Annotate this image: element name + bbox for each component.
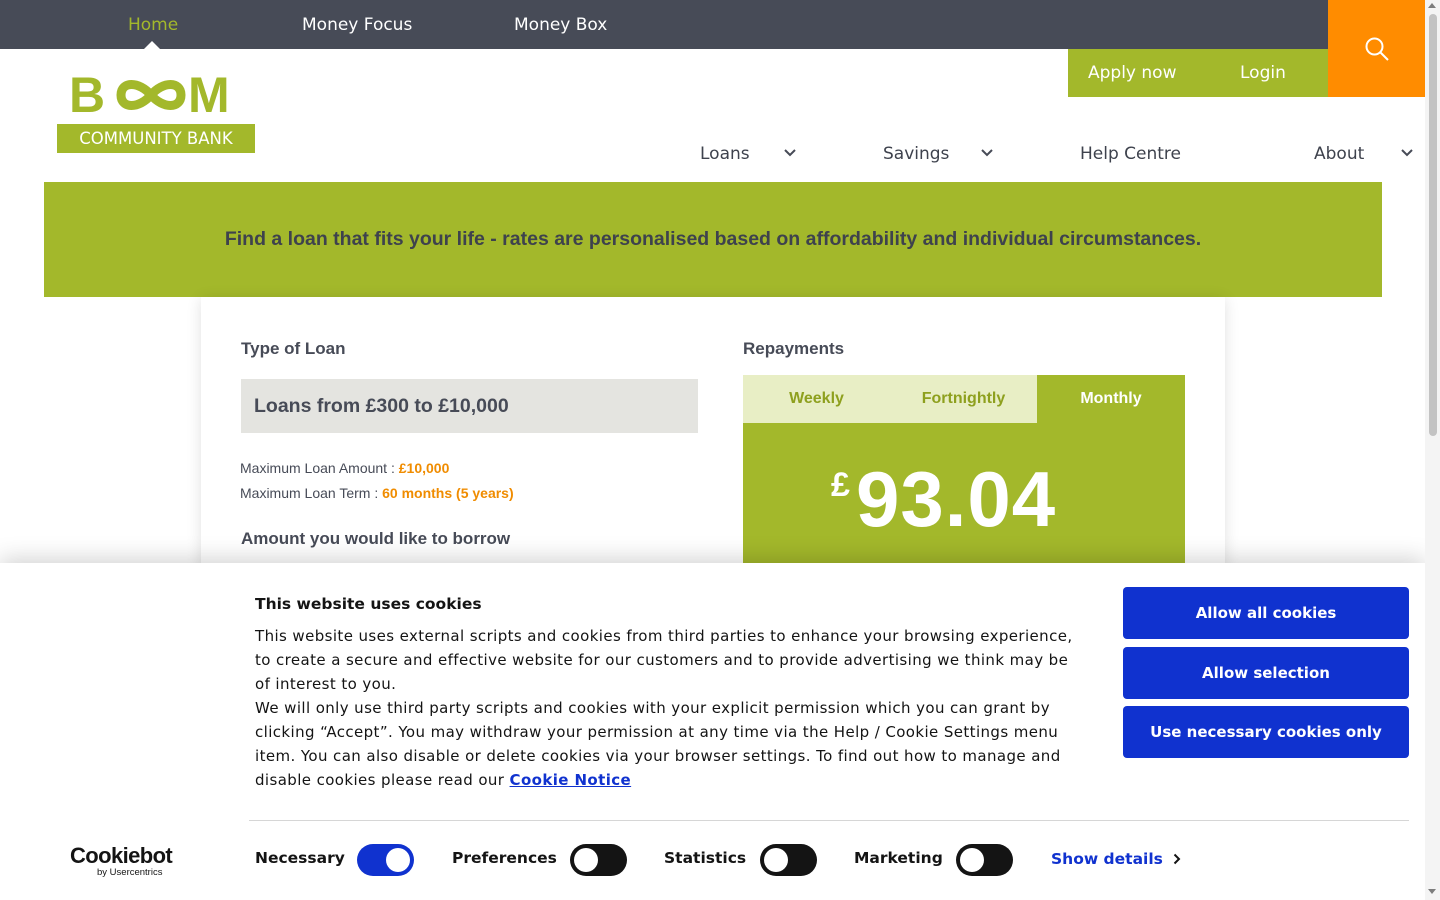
- type-of-loan-label: Type of Loan: [241, 339, 346, 358]
- scroll-down-arrow-icon[interactable]: [1428, 889, 1436, 894]
- max-amount-value: £10,000: [398, 460, 450, 476]
- necessary-cookies-only-button[interactable]: Use necessary cookies only: [1123, 706, 1409, 758]
- nav-about-label: About: [1314, 144, 1365, 164]
- borrow-amount-label: Amount you would like to borrow: [241, 529, 511, 548]
- cookie-paragraph-2: We will only use third party scripts and…: [255, 696, 1085, 792]
- max-term-value: 60 months (5 years): [382, 485, 514, 501]
- statistics-label: Statistics: [664, 849, 747, 867]
- statistics-toggle[interactable]: [760, 844, 817, 876]
- cookie-divider: [249, 820, 1409, 821]
- tab-fortnightly[interactable]: Fortnightly: [890, 375, 1037, 423]
- login-button[interactable]: Login: [1240, 49, 1286, 97]
- toggle-knob: [386, 848, 410, 872]
- cookie-notice-link[interactable]: Cookie Notice: [510, 771, 632, 789]
- toggle-knob: [764, 848, 788, 872]
- cookie-paragraph-2-text: We will only use third party scripts and…: [255, 699, 1061, 789]
- repayments-label: Repayments: [743, 339, 845, 358]
- topnav-money-focus[interactable]: Money Focus: [302, 0, 412, 49]
- banner-text: Find a loan that fits your life - rates …: [224, 228, 1202, 250]
- cookiebot-logo: Cookiebot by Usercentrics: [70, 845, 174, 879]
- nav-loans-label: Loans: [700, 144, 750, 164]
- svg-text:M: M: [188, 72, 230, 118]
- tab-monthly[interactable]: Monthly: [1037, 375, 1185, 423]
- top-bar: [0, 0, 1440, 49]
- max-amount-row: Maximum Loan Amount : £10,000: [240, 460, 449, 476]
- chevron-right-icon: [1173, 853, 1181, 865]
- cookie-title: This website uses cookies: [255, 595, 482, 613]
- loan-type-select[interactable]: Loans from £300 to £10,000: [241, 379, 698, 433]
- svg-text:B: B: [69, 72, 105, 118]
- repayment-amount: 93.04: [856, 455, 1057, 543]
- allow-selection-button[interactable]: Allow selection: [1123, 647, 1409, 699]
- max-term-row: Maximum Loan Term : 60 months (5 years): [240, 485, 514, 501]
- allow-all-cookies-button[interactable]: Allow all cookies: [1123, 587, 1409, 639]
- apply-now-button[interactable]: Apply now: [1088, 49, 1176, 97]
- max-amount-label: Maximum Loan Amount :: [240, 460, 395, 476]
- logo-wordmark: B M: [69, 72, 230, 118]
- marketing-label: Marketing: [854, 849, 943, 867]
- search-icon: [1365, 37, 1389, 61]
- cookie-text: This website uses external scripts and c…: [255, 624, 1085, 792]
- show-details-link[interactable]: Show details: [1051, 850, 1181, 868]
- marketing-toggle[interactable]: [956, 844, 1013, 876]
- currency-symbol: £: [831, 466, 850, 504]
- boom-logo[interactable]: B M COMMUNITY BANK: [57, 72, 255, 153]
- nav-help-centre[interactable]: Help Centre: [1080, 138, 1181, 170]
- scrollbar-thumb[interactable]: [1429, 14, 1437, 436]
- chevron-down-icon[interactable]: [783, 148, 797, 158]
- toggle-knob: [960, 848, 984, 872]
- tab-weekly[interactable]: Weekly: [743, 375, 890, 423]
- nav-savings-label: Savings: [883, 144, 950, 164]
- topnav-money-box[interactable]: Money Box: [514, 0, 607, 49]
- nav-about[interactable]: About: [1314, 138, 1364, 170]
- active-indicator: [144, 41, 160, 49]
- necessary-toggle[interactable]: [357, 844, 414, 876]
- necessary-label: Necessary: [255, 849, 345, 867]
- chevron-down-icon[interactable]: [1400, 148, 1414, 158]
- chevron-down-icon[interactable]: [980, 148, 994, 158]
- preferences-toggle[interactable]: [570, 844, 627, 876]
- toggle-knob: [574, 848, 598, 872]
- nav-loans[interactable]: Loans: [700, 138, 750, 170]
- cookiebot-wordmark: Cookiebot: [70, 843, 173, 868]
- preferences-label: Preferences: [452, 849, 557, 867]
- nav-savings[interactable]: Savings: [883, 138, 949, 170]
- cookiebot-byline: by Usercentrics: [97, 867, 163, 878]
- hero-banner: Find a loan that fits your life - rates …: [44, 182, 1382, 297]
- cookie-paragraph-1: This website uses external scripts and c…: [255, 627, 1073, 693]
- logo-subtitle: COMMUNITY BANK: [57, 124, 255, 153]
- max-term-label: Maximum Loan Term :: [240, 485, 379, 501]
- show-details-label: Show details: [1051, 850, 1163, 868]
- scroll-up-arrow-icon[interactable]: [1428, 3, 1436, 8]
- search-button[interactable]: [1328, 0, 1425, 97]
